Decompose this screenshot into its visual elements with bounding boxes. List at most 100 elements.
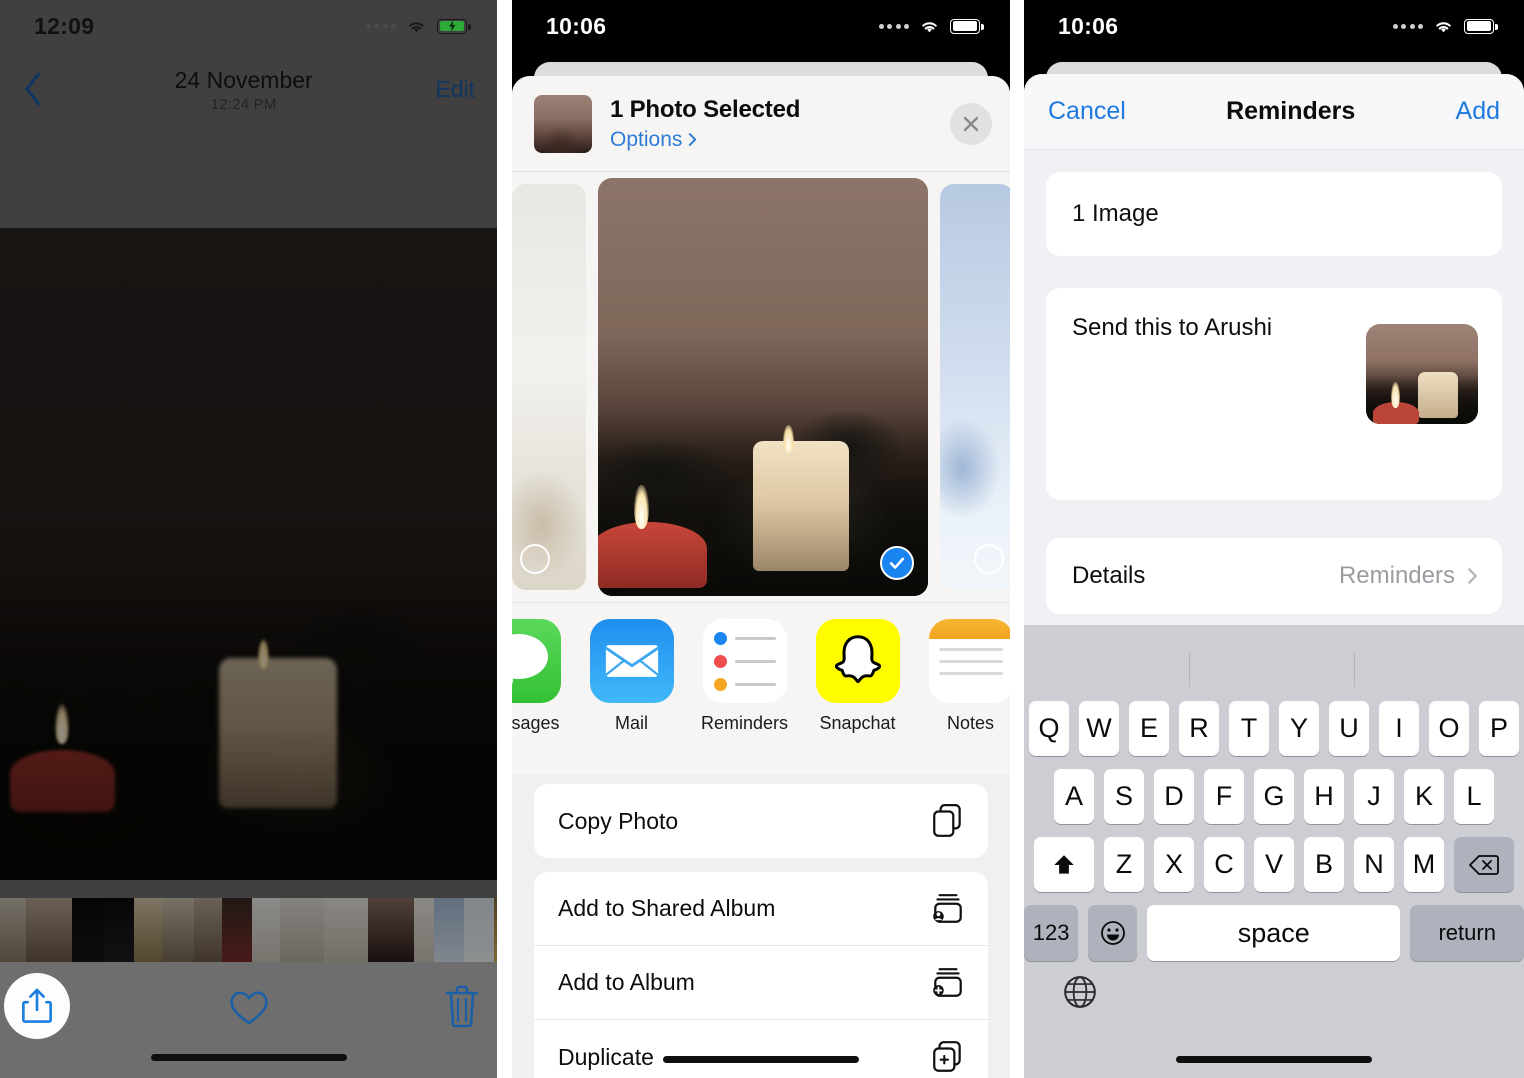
- backspace-key[interactable]: [1454, 837, 1514, 892]
- key-n[interactable]: N: [1354, 837, 1394, 892]
- photos-detail-panel: 12:09 24 November 12:24 PM Edit: [0, 0, 497, 1078]
- key-w[interactable]: W: [1079, 701, 1119, 756]
- key-s[interactable]: S: [1104, 769, 1144, 824]
- thumbnail-item[interactable]: [464, 898, 494, 962]
- photo-viewer[interactable]: [0, 228, 497, 880]
- thumbnail-item[interactable]: [162, 898, 194, 962]
- numbers-key[interactable]: 123: [1024, 905, 1079, 961]
- predictive-bar[interactable]: [1024, 639, 1524, 701]
- key-d[interactable]: D: [1154, 769, 1194, 824]
- key-p[interactable]: P: [1479, 701, 1519, 756]
- key-g[interactable]: G: [1254, 769, 1294, 824]
- back-button[interactable]: [22, 69, 52, 109]
- thumbnail-item[interactable]: [222, 898, 252, 962]
- share-target-messages[interactable]: Messages: [512, 619, 575, 734]
- chevron-right-icon: [1468, 568, 1477, 584]
- key-l[interactable]: L: [1454, 769, 1494, 824]
- share-sheet-panel: 10:06 1 Photo Selected Options sages Mai…: [512, 0, 1010, 1078]
- space-key[interactable]: space: [1147, 905, 1401, 961]
- key-c[interactable]: C: [1204, 837, 1244, 892]
- attachment-label: 1 Image: [1072, 200, 1159, 227]
- wifi-icon: [1436, 21, 1451, 32]
- share-target-notes[interactable]: Notes: [914, 619, 1010, 734]
- thumbnail-item[interactable]: [0, 898, 26, 962]
- action-group-copy: Copy Photo: [534, 784, 988, 858]
- share-target-reminders[interactable]: Reminders: [688, 619, 801, 734]
- key-z[interactable]: Z: [1104, 837, 1144, 892]
- key-e[interactable]: E: [1129, 701, 1169, 756]
- wifi-icon: [409, 21, 424, 32]
- key-o[interactable]: O: [1429, 701, 1469, 756]
- key-b[interactable]: B: [1304, 837, 1344, 892]
- return-key[interactable]: return: [1410, 905, 1524, 961]
- delete-button[interactable]: [443, 983, 481, 1029]
- selection-circle-unchecked[interactable]: [520, 544, 550, 574]
- thumbnail-item[interactable]: [414, 898, 434, 962]
- key-j[interactable]: J: [1354, 769, 1394, 824]
- note-field[interactable]: Send this to Arushi: [1046, 288, 1502, 500]
- wifi-icon: [922, 21, 937, 32]
- share-button[interactable]: [4, 973, 70, 1039]
- home-indicator: [150, 1054, 347, 1061]
- key-k[interactable]: K: [1404, 769, 1444, 824]
- key-m[interactable]: M: [1404, 837, 1444, 892]
- share-target-mail[interactable]: Mail: [575, 619, 688, 734]
- attachment-row[interactable]: 1 Image: [1046, 172, 1502, 256]
- thumbnail-item[interactable]: [194, 898, 222, 962]
- thumbnail-item[interactable]: [494, 898, 497, 962]
- key-q[interactable]: Q: [1029, 701, 1069, 756]
- key-x[interactable]: X: [1154, 837, 1194, 892]
- action-copy-photo[interactable]: Copy Photo: [534, 784, 988, 858]
- thumbnail-item[interactable]: [368, 898, 414, 962]
- thumbnail-item[interactable]: [324, 898, 368, 962]
- action-add-to-shared-album[interactable]: Add to Shared Album: [534, 872, 988, 946]
- share-target-snapchat[interactable]: Snapchat: [801, 619, 914, 734]
- key-r[interactable]: R: [1179, 701, 1219, 756]
- action-add-to-album[interactable]: Add to Album: [534, 946, 988, 1020]
- thumbnail-item[interactable]: [26, 898, 72, 962]
- photo-carousel[interactable]: [512, 172, 1010, 602]
- options-button[interactable]: Options: [610, 128, 950, 152]
- key-i[interactable]: I: [1379, 701, 1419, 756]
- action-duplicate[interactable]: Duplicate: [534, 1020, 988, 1078]
- close-button[interactable]: [950, 102, 992, 145]
- key-y[interactable]: Y: [1279, 701, 1319, 756]
- add-button[interactable]: Add: [1456, 97, 1500, 126]
- favorite-button[interactable]: [227, 987, 271, 1027]
- thumbnail-item[interactable]: [134, 898, 162, 962]
- cellular-dots-icon: [1392, 23, 1423, 29]
- key-f[interactable]: F: [1204, 769, 1244, 824]
- status-bar: 12:09: [0, 0, 497, 52]
- carousel-photo-selected[interactable]: [598, 178, 928, 596]
- emoji-icon: [1100, 921, 1125, 945]
- key-t[interactable]: T: [1229, 701, 1269, 756]
- key-h[interactable]: H: [1304, 769, 1344, 824]
- app-label: Reminders: [700, 713, 789, 733]
- thumbnail-item[interactable]: [280, 898, 324, 962]
- on-screen-keyboard[interactable]: Q W E R T Y U I O P A S D F G H J K L Z …: [1024, 625, 1524, 1078]
- photos-screen: 12:09 24 November 12:24 PM Edit: [0, 0, 497, 1078]
- action-label: Add to Shared Album: [558, 895, 776, 921]
- shift-key[interactable]: [1034, 837, 1094, 892]
- thumbnail-item[interactable]: [434, 898, 464, 962]
- thumb-flame: [1390, 382, 1400, 408]
- globe-key[interactable]: [1024, 974, 1524, 1015]
- cancel-button[interactable]: Cancel: [1048, 97, 1126, 126]
- key-v[interactable]: V: [1254, 837, 1294, 892]
- emoji-key[interactable]: [1088, 905, 1138, 961]
- edit-button[interactable]: Edit: [435, 76, 475, 103]
- thumbnail-item[interactable]: [252, 898, 280, 962]
- share-app-row[interactable]: Messages Mail: [512, 602, 1010, 774]
- thumbnail-item[interactable]: [104, 898, 134, 962]
- photo-thumbnail-strip[interactable]: [0, 898, 497, 962]
- copy-icon: [933, 804, 961, 837]
- mail-icon: [589, 619, 674, 703]
- carousel-photo-next[interactable]: [940, 184, 1010, 590]
- selection-circle-unchecked[interactable]: [974, 544, 1004, 574]
- details-row[interactable]: Details Reminders: [1046, 538, 1502, 614]
- key-a[interactable]: A: [1054, 769, 1094, 824]
- selection-checkmark[interactable]: [880, 546, 914, 580]
- key-u[interactable]: U: [1329, 701, 1369, 756]
- carousel-photo-previous[interactable]: [512, 184, 586, 590]
- thumbnail-item[interactable]: [72, 898, 104, 962]
